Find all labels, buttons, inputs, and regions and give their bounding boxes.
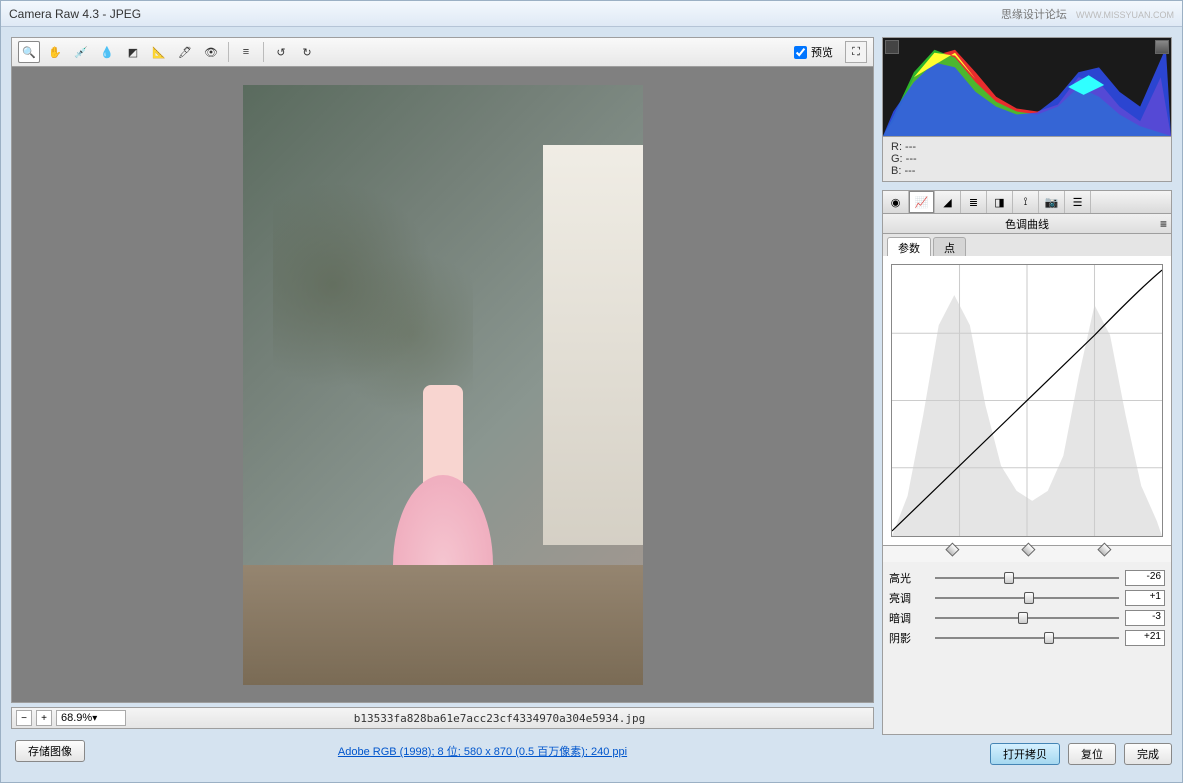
color-sampler-tool-icon[interactable]: 💧 (96, 41, 118, 63)
shadows-value[interactable]: +21 (1125, 630, 1165, 646)
filename-label: b13533fa828ba61e7acc23cf4334970a304e5934… (130, 712, 869, 725)
camera-raw-window: Camera Raw 4.3 - JPEG 思缘设计论坛 WWW.MISSYUA… (0, 0, 1183, 783)
highlights-slider[interactable] (935, 571, 1119, 585)
split-tone-tab-icon[interactable]: ◨ (987, 191, 1013, 213)
rotate-ccw-icon[interactable]: ↺ (270, 41, 292, 63)
darks-slider[interactable] (935, 611, 1119, 625)
image-preview-area[interactable] (11, 67, 874, 703)
shadows-slider[interactable] (935, 631, 1119, 645)
retouch-tool-icon[interactable]: 🖊 (174, 41, 196, 63)
rotate-cw-icon[interactable]: ↻ (296, 41, 318, 63)
watermark: 思缘设计论坛 WWW.MISSYUAN.COM (1001, 6, 1174, 22)
toolbar-separator (228, 42, 229, 62)
shadows-label: 阴影 (889, 630, 929, 646)
save-image-button[interactable]: 存储图像 (15, 740, 85, 762)
basic-tab-icon[interactable]: ◉ (883, 191, 909, 213)
reset-button[interactable]: 复位 (1068, 743, 1116, 765)
highlight-clip-warning-icon[interactable] (1155, 40, 1169, 54)
shadow-clip-warning-icon[interactable] (885, 40, 899, 54)
adjustment-panel-tabs: ◉ 📈 ◢ ≣ ◨ ⟟ 📷 ☰ (882, 190, 1172, 214)
hand-tool-icon[interactable]: ✋ (44, 41, 66, 63)
parametric-tab[interactable]: 参数 (887, 237, 931, 256)
detail-tab-icon[interactable]: ◢ (935, 191, 961, 213)
fullscreen-button[interactable]: ⛶ (845, 41, 867, 63)
zoom-level-select[interactable]: 68.9% ▾ (56, 710, 126, 726)
rgb-histogram[interactable] (882, 37, 1172, 137)
g-value: G: --- (891, 153, 1163, 165)
b-value: B: --- (891, 165, 1163, 177)
titlebar: Camera Raw 4.3 - JPEG 思缘设计论坛 WWW.MISSYUA… (1, 1, 1182, 27)
preview-checkbox[interactable] (794, 46, 807, 59)
point-tab[interactable]: 点 (933, 237, 966, 256)
lights-label: 亮调 (889, 590, 929, 606)
footer-right-buttons: 打开拷贝 复位 完成 (882, 743, 1172, 765)
crop-tool-icon[interactable]: ◩ (122, 41, 144, 63)
footer-bar: 存储图像 Adobe RGB (1998); 8 位; 580 x 870 (0… (11, 737, 874, 765)
straighten-tool-icon[interactable]: 📐 (148, 41, 170, 63)
lens-tab-icon[interactable]: ⟟ (1013, 191, 1039, 213)
white-balance-tool-icon[interactable]: 💉 (70, 41, 92, 63)
workflow-options-link[interactable]: Adobe RGB (1998); 8 位; 580 x 870 (0.5 百万… (95, 743, 870, 759)
lights-slider[interactable] (935, 591, 1119, 605)
tone-curve-area[interactable] (882, 256, 1172, 546)
open-copy-button[interactable]: 打开拷贝 (990, 743, 1060, 765)
zoom-tool-icon[interactable]: 🔍 (18, 41, 40, 63)
zoom-out-button[interactable]: − (16, 710, 32, 726)
panel-menu-icon[interactable]: ≡ (1160, 217, 1167, 231)
curve-region-markers (882, 546, 1172, 562)
toolbar-separator (263, 42, 264, 62)
done-button[interactable]: 完成 (1124, 743, 1172, 765)
darks-label: 暗调 (889, 610, 929, 626)
lights-value[interactable]: +1 (1125, 590, 1165, 606)
highlights-label: 高光 (889, 570, 929, 586)
zoom-bar: − + 68.9% ▾ b13533fa828ba61e7acc23cf4334… (11, 707, 874, 729)
presets-tab-icon[interactable]: ☰ (1065, 191, 1091, 213)
photo-preview (243, 85, 643, 685)
curve-sub-tabs: 参数 点 (882, 234, 1172, 256)
highlights-value[interactable]: -26 (1125, 570, 1165, 586)
camera-cal-tab-icon[interactable]: 📷 (1039, 191, 1065, 213)
redeye-tool-icon[interactable]: 👁 (200, 41, 222, 63)
rgb-readout: R: --- G: --- B: --- (882, 137, 1172, 182)
panel-title: 色调曲线 ≡ (882, 214, 1172, 234)
window-title: Camera Raw 4.3 - JPEG (9, 7, 141, 21)
hsl-tab-icon[interactable]: ≣ (961, 191, 987, 213)
preview-toggle[interactable]: 预览 (794, 44, 833, 60)
preview-label: 预览 (811, 44, 833, 60)
tone-curve-tab-icon[interactable]: 📈 (909, 191, 935, 213)
prefs-icon[interactable]: ≡ (235, 41, 257, 63)
darks-value[interactable]: -3 (1125, 610, 1165, 626)
zoom-in-button[interactable]: + (36, 710, 52, 726)
r-value: R: --- (891, 141, 1163, 153)
parametric-sliders: 高光 -26 亮调 +1 暗调 -3 阴影 +21 (882, 562, 1172, 735)
main-toolbar: 🔍 ✋ 💉 💧 ◩ 📐 🖊 👁 ≡ ↺ ↻ 预览 ⛶ (11, 37, 874, 67)
